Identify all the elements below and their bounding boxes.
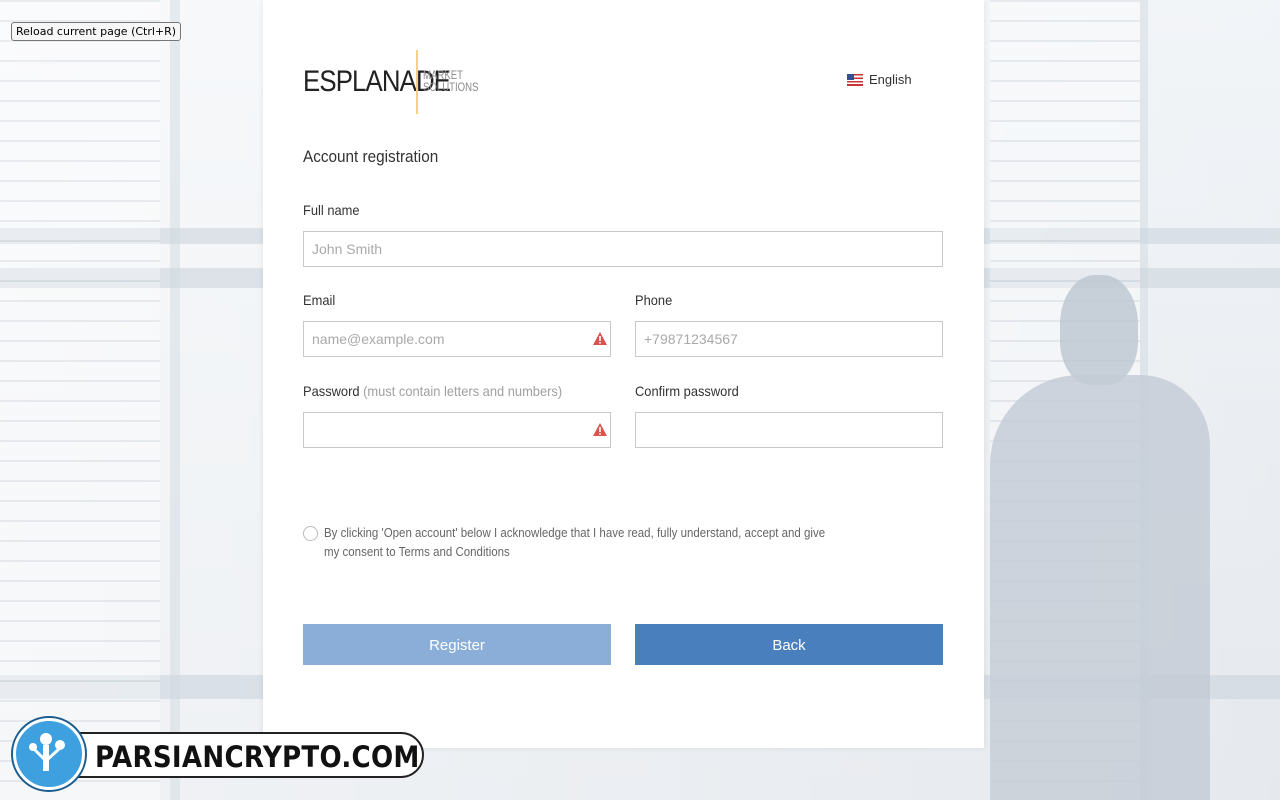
confirm-password-field-wrapper <box>635 412 943 448</box>
reload-page-button[interactable]: Reload current page (Ctrl+R) <box>11 22 182 41</box>
page-title: Account registration <box>303 147 439 166</box>
password-label: Password (must contain letters and numbe… <box>303 383 563 399</box>
full-name-input[interactable] <box>304 232 942 266</box>
consent-checkbox[interactable] <box>303 526 318 541</box>
phone-field-wrapper <box>635 321 943 357</box>
consent-text: By clicking 'Open account' below I ackno… <box>324 526 826 559</box>
warning-icon <box>593 332 607 345</box>
watermark-pill: PARSIANCRYPTO.COM <box>53 732 424 778</box>
watermark-logo-icon <box>13 718 85 790</box>
email-input[interactable] <box>304 322 610 356</box>
logo-separator <box>416 50 418 114</box>
confirm-password-label: Confirm password <box>635 383 739 399</box>
full-name-field-wrapper <box>303 231 943 267</box>
confirm-password-input[interactable] <box>636 413 942 447</box>
language-label: English <box>869 72 912 87</box>
consent-row: By clicking 'Open account' below I ackno… <box>303 524 884 562</box>
password-input[interactable] <box>304 413 610 447</box>
email-field-wrapper <box>303 321 611 357</box>
back-button[interactable]: Back <box>635 624 943 665</box>
password-field-wrapper <box>303 412 611 448</box>
language-selector[interactable]: English <box>847 72 912 87</box>
full-name-label: Full name <box>303 202 360 218</box>
watermark-text: PARSIANCRYPTO.COM <box>95 740 420 774</box>
logo-subtitle: MARKET SOLUTIONS <box>423 68 479 94</box>
warning-icon <box>593 423 607 436</box>
registration-card: ESPLANADE MARKET SOLUTIONS English Accou… <box>263 0 984 748</box>
email-label: Email <box>303 292 336 308</box>
password-hint: (must contain letters and numbers) <box>363 383 563 399</box>
register-button[interactable]: Register <box>303 624 611 665</box>
esplanade-logo: ESPLANADE MARKET SOLUTIONS <box>303 47 478 117</box>
us-flag-icon <box>847 73 863 86</box>
person-silhouette <box>990 275 1210 800</box>
phone-input[interactable] <box>636 322 942 356</box>
phone-label: Phone <box>635 292 673 308</box>
